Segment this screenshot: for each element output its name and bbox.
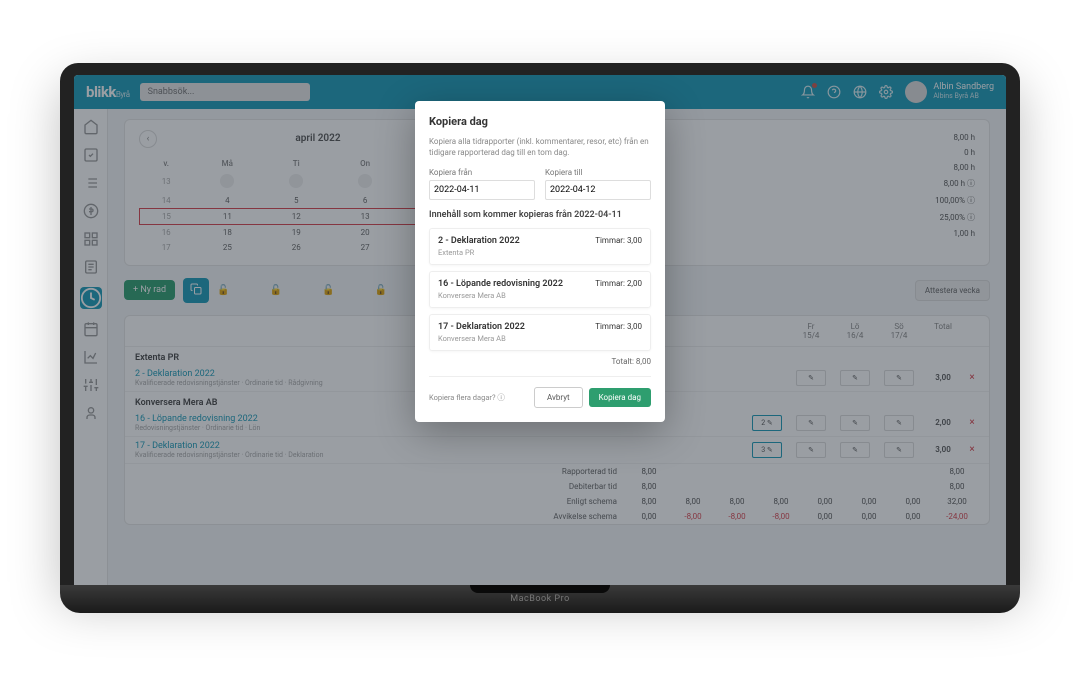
copy-item: 2 - Deklaration 2022Timmar: 3,00Extenta … <box>429 228 651 265</box>
from-label: Kopiera från <box>429 168 535 177</box>
copy-day-modal: Kopiera dag Kopiera alla tidrapporter (i… <box>415 101 665 422</box>
modal-title: Kopiera dag <box>429 115 651 128</box>
modal-section-title: Innehåll som kommer kopieras från 2022-0… <box>429 210 651 220</box>
modal-overlay[interactable]: Kopiera dag Kopiera alla tidrapporter (i… <box>74 75 1006 585</box>
cancel-button[interactable]: Avbryt <box>534 387 583 408</box>
copy-more-link[interactable]: Kopiera flera dagar? ⓘ <box>429 392 505 403</box>
laptop-frame: blikkByrå Albin Sandberg Albins Byrå AB … <box>60 63 1020 613</box>
modal-description: Kopiera alla tidrapporter (inkl. komment… <box>429 136 651 158</box>
laptop-base: MacBook Pro <box>60 585 1020 613</box>
app-viewport: blikkByrå Albin Sandberg Albins Byrå AB … <box>74 75 1006 585</box>
to-label: Kopiera till <box>545 168 651 177</box>
to-date-input[interactable] <box>545 180 651 200</box>
copy-item: 17 - Deklaration 2022Timmar: 3,00Konvers… <box>429 314 651 351</box>
copy-item: 16 - Löpande redovisning 2022Timmar: 2,0… <box>429 271 651 308</box>
modal-total: Totalt: 8,00 <box>429 357 651 366</box>
confirm-button[interactable]: Kopiera dag <box>589 388 651 407</box>
from-date-input[interactable] <box>429 180 535 200</box>
